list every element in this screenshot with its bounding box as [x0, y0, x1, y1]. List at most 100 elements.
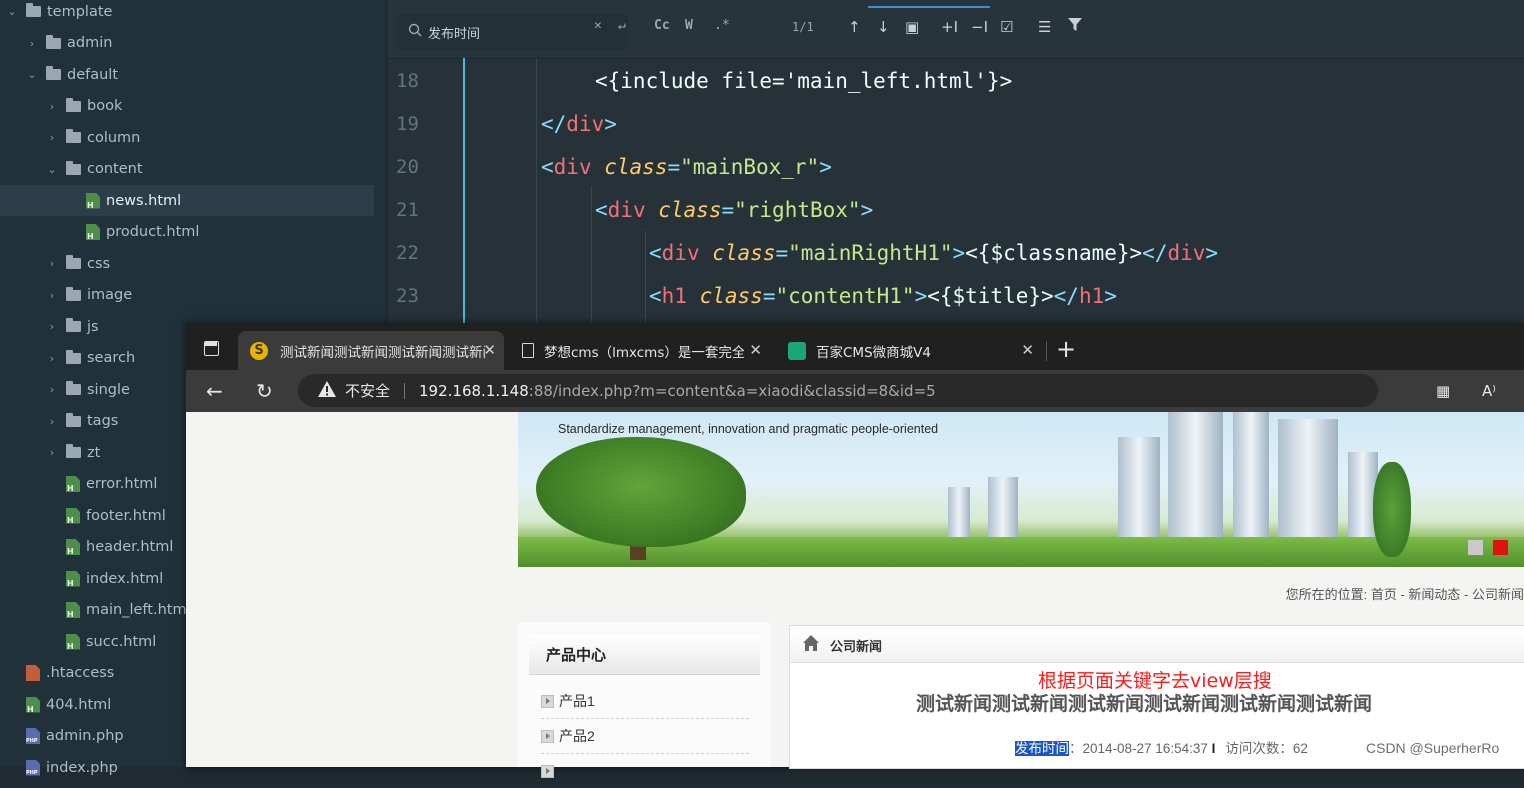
- html-file-icon: [86, 192, 100, 209]
- extensions-icon[interactable]: ▦: [1436, 382, 1450, 400]
- chevron-right-icon[interactable]: ›: [46, 415, 58, 428]
- remove-selection-icon[interactable]: −I: [971, 18, 988, 36]
- active-tab-indicator: [868, 6, 990, 8]
- code-token: </: [1142, 240, 1168, 265]
- html-file-icon: [66, 507, 80, 524]
- code-line[interactable]: 20 <div class="mainBox_r">: [388, 145, 1524, 188]
- product-sidebar: 产品中心 产品1 产品2: [518, 622, 771, 778]
- chevron-right-icon[interactable]: ›: [46, 289, 58, 302]
- line-number: 23: [396, 284, 419, 307]
- filter-icon[interactable]: [1068, 18, 1082, 36]
- tree-item-label: single: [87, 381, 130, 398]
- close-tab-icon[interactable]: ✕: [483, 341, 496, 359]
- code-editor[interactable]: 发布时间 ✕ ↵ Cc W .* 1/1 ↑ ↓ ▣ +I −I ☑ ☰ 18 <…: [388, 0, 1524, 330]
- chevron-down-icon[interactable]: ⌄: [26, 68, 38, 81]
- chevron-right-icon[interactable]: ›: [46, 383, 58, 396]
- code-token: >: [819, 154, 832, 179]
- tree-item-label: index.html: [86, 570, 164, 587]
- tab-active[interactable]: S 测试新闻测试新闻测试新闻测试新闻 ✕: [238, 331, 504, 370]
- previous-match-icon[interactable]: ↑: [848, 18, 861, 36]
- code-text: </div>: [541, 112, 617, 136]
- chevron-right-icon[interactable]: ›: [46, 446, 58, 459]
- product-link-2[interactable]: 产品2: [541, 719, 749, 754]
- match-case-toggle[interactable]: Cc: [654, 18, 670, 33]
- code-token: >: [1104, 283, 1117, 308]
- url-field[interactable]: 不安全 192.168.1.148 :88/index.php?m=conten…: [298, 374, 1378, 407]
- select-match-icon[interactable]: ▣: [905, 18, 919, 36]
- multiline-icon[interactable]: ☰: [1038, 18, 1051, 36]
- url-path: :88/index.php?m=content&a=xiaodi&classid…: [528, 381, 936, 400]
- tree-item-label: footer.html: [86, 507, 166, 524]
- code-text: <div class="mainBox_r">: [541, 155, 832, 179]
- code-line[interactable]: 22 <div class="mainRightH1"><{$classname}…: [388, 231, 1524, 274]
- home-icon[interactable]: [802, 634, 820, 652]
- new-line-icon[interactable]: ↵: [618, 18, 626, 33]
- refresh-icon[interactable]: ↻: [256, 379, 273, 403]
- tree-item-label: product.html: [106, 224, 200, 240]
- code-token: "rightBox": [734, 197, 861, 222]
- banner-dot[interactable]: [1468, 540, 1483, 555]
- chevron-right-icon[interactable]: ›: [46, 131, 58, 144]
- chevron-right-icon[interactable]: ›: [46, 352, 58, 365]
- tree-item-content[interactable]: ⌄ content: [0, 154, 374, 185]
- tree-item-template[interactable]: ⌄ template: [0, 0, 374, 27]
- tree-item-book[interactable]: › book: [0, 91, 374, 122]
- close-tab-icon[interactable]: ✕: [1021, 341, 1034, 359]
- site-banner: Standardize management, innovation and p…: [518, 412, 1524, 567]
- product-link-3[interactable]: [541, 754, 749, 788]
- code-text: <h1 class="contentH1"><{$title}></h1>: [649, 284, 1117, 308]
- code-token: <: [595, 197, 608, 222]
- code-line[interactable]: 19 </div>: [388, 102, 1524, 145]
- product-link-1[interactable]: 产品1: [541, 684, 749, 719]
- tree-item-admin[interactable]: › admin: [0, 28, 374, 59]
- next-match-icon[interactable]: ↓: [877, 18, 890, 36]
- article-meta: 发布时间：2014-08-27 16:54:37 Ι 访问次数：62: [1015, 737, 1308, 757]
- tree-item-label: column: [87, 129, 141, 146]
- code-line[interactable]: 21 <div class="rightBox">: [388, 188, 1524, 231]
- close-tab-icon[interactable]: ✕: [749, 341, 762, 359]
- tree-item-default[interactable]: ⌄ default: [0, 59, 374, 90]
- chevron-down-icon[interactable]: ⌄: [6, 5, 18, 18]
- code-token: <: [649, 283, 662, 308]
- tree-item-news-html[interactable]: news.html: [0, 185, 374, 216]
- add-selection-icon[interactable]: +I: [941, 18, 958, 36]
- chevron-down-icon[interactable]: ⌄: [46, 163, 58, 176]
- article-panel-header: 公司新闻: [790, 626, 1524, 663]
- whole-word-toggle[interactable]: W: [685, 18, 693, 33]
- chevron-right-icon[interactable]: ›: [46, 100, 58, 113]
- select-all-occurrences-icon[interactable]: ☑: [1000, 18, 1013, 36]
- product-label: 产品2: [559, 728, 595, 744]
- code-text: <div class="rightBox">: [595, 198, 873, 222]
- address-bar-row: ← ↻ 不安全 192.168.1.148 :88/index.php?m=co…: [186, 370, 1524, 412]
- match-count: 1/1: [792, 20, 814, 34]
- find-toolbar: 发布时间 ✕ ↵ Cc W .* 1/1 ↑ ↓ ▣ +I −I ☑ ☰: [388, 0, 1524, 59]
- chevron-right-icon[interactable]: ›: [46, 320, 58, 333]
- read-aloud-icon[interactable]: A⁾: [1482, 382, 1496, 400]
- clear-search-icon[interactable]: ✕: [594, 18, 602, 33]
- tab-actions-icon[interactable]: [204, 341, 219, 356]
- back-icon[interactable]: ←: [206, 379, 223, 403]
- tree-item-label: main_left.html: [86, 602, 191, 618]
- tab-lmxcms[interactable]: 梦想cms（lmxcms）是一套完全免费 ✕: [508, 331, 770, 370]
- tree-item-css[interactable]: › css: [0, 248, 374, 279]
- code-line[interactable]: 18 <{include file='main_left.html'}>: [388, 59, 1524, 102]
- banner-dot-active[interactable]: [1493, 540, 1508, 555]
- html-file-icon: [66, 570, 80, 587]
- code-line[interactable]: 23 <h1 class="contentH1"><{$title}></h1>: [388, 274, 1524, 317]
- new-tab-button[interactable]: +: [1056, 335, 1076, 363]
- tree-item-image[interactable]: › image: [0, 280, 374, 311]
- chevron-right-icon[interactable]: ›: [46, 257, 58, 270]
- tree-item-column[interactable]: › column: [0, 122, 374, 153]
- regex-toggle[interactable]: .*: [714, 18, 730, 33]
- code-token: =: [721, 197, 735, 222]
- text-cursor-icon: Ι: [1211, 741, 1216, 756]
- tab-baijia[interactable]: 百家CMS微商城V4 ✕: [780, 331, 1042, 370]
- code-token: div: [566, 111, 605, 136]
- tree-item-label: image: [87, 287, 133, 303]
- chevron-right-icon[interactable]: ›: [26, 37, 38, 50]
- tree-item-product-html[interactable]: product.html: [0, 217, 374, 248]
- code-token: >: [604, 111, 617, 136]
